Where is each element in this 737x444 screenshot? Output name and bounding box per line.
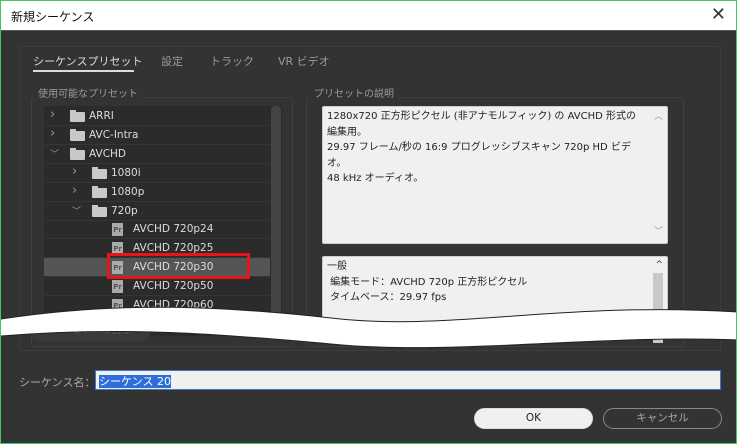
scroll-up-icon[interactable]: ^ [655,258,663,274]
folder-icon [70,110,85,122]
preset-item-label: AVCHD 720p24 [133,223,214,236]
chevron-down-icon[interactable]: ﹀ [50,147,59,160]
general-info-line: 編集モード：AVCHD 720p 正方形ピクセル [327,276,528,288]
premiere-preset-icon: Pr [112,223,123,237]
close-icon[interactable]: ✕ [711,4,726,25]
chevron-right-icon[interactable]: › [50,107,55,122]
page-break-wave [1,306,736,349]
general-info-line: 一般 [327,261,347,272]
folder-icon [92,204,107,217]
tab-sequence-presets[interactable]: シーケンスプリセット [33,53,142,69]
tab-tracks[interactable]: トラック [210,53,254,69]
chevron-right-icon[interactable]: › [72,183,77,198]
preset-item-label: AVCHD 720p50 [133,280,214,293]
title-bar: 新規シーケンス ✕ [1,1,736,31]
highlight-box [107,253,250,279]
ok-button[interactable]: OK [474,408,593,429]
chevron-right-icon[interactable]: › [72,164,77,179]
description-line: 29.97 フレーム/秒の 16:9 プログレッシブスキャン 720p HD ビ… [327,142,631,153]
description-line: 1280x720 正方形ピクセル (非アナモルフィック) の AVCHD 形式の [327,111,636,122]
folder-icon [92,185,107,198]
available-presets-label: 使用可能なプリセット [34,85,142,100]
scroll-down-icon[interactable]: ﹀ [654,225,663,241]
preset-item-label: 720p [111,204,138,217]
description-line: 48 kHz オーディオ。 [327,173,424,184]
window-title: 新規シーケンス [11,10,95,24]
preset-tree-item[interactable]: › ARRI [44,107,270,126]
preset-tree-item[interactable]: › 1080p [44,183,270,202]
folder-icon [70,147,85,160]
chevron-right-icon[interactable]: › [50,126,55,141]
preset-item-label: AVCHD [89,147,127,160]
premiere-preset-icon: Pr [112,280,123,294]
description-text: ︿ ﹀ 1280x720 正方形ピクセル (非アナモルフィック) の AVCHD… [322,106,668,244]
preset-tree-item[interactable]: ﹀ AVCHD [44,145,270,164]
sequence-name-input[interactable]: シーケンス 20 [95,370,721,390]
preset-item-label: 1080p [111,185,145,198]
new-sequence-dialog: 新規シーケンス ✕ シーケンスプリセット 設定 トラック VR ビデオ 使用可能… [0,0,737,444]
scroll-up-icon[interactable]: ︿ [654,110,663,126]
preset-item-label: AVC-Intra [89,128,139,141]
tab-vr-video[interactable]: VR ビデオ [278,53,330,69]
preset-tree-item[interactable]: Pr AVCHD 720p24 [44,220,270,240]
preset-tree-item[interactable]: › 1080i [44,164,270,183]
preset-tree-item[interactable]: ﹀ 720p [44,202,270,221]
preset-item-label: ARRI [89,110,114,122]
description-line: オ。 [327,157,347,169]
preset-description-label: プリセットの説明 [310,85,398,100]
sequence-name-label: シーケンス名： [19,376,96,389]
active-tab-indicator [33,70,134,72]
preset-tree-item[interactable]: Pr AVCHD 720p50 [44,277,270,297]
chevron-down-icon[interactable]: ﹀ [72,204,81,217]
description-line: 編集用。 [327,126,367,138]
tab-settings[interactable]: 設定 [161,53,183,69]
preset-item-label: 1080i [111,166,141,179]
cancel-button[interactable]: キャンセル [603,408,722,429]
folder-icon [92,166,107,179]
preset-tree-item[interactable]: › AVC-Intra [44,126,270,145]
folder-icon [70,128,85,141]
